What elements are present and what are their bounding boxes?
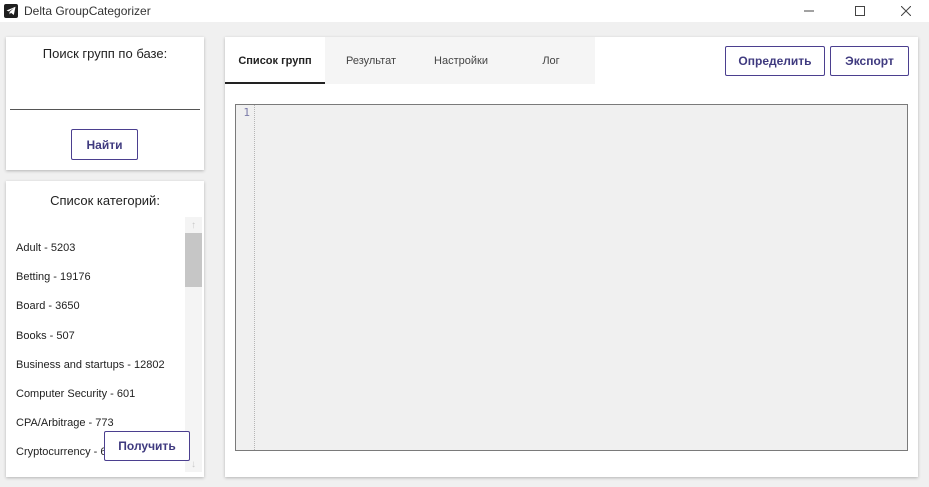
list-item[interactable]: Betting - 19176 xyxy=(16,263,186,292)
export-button[interactable]: Экспорт xyxy=(830,46,909,76)
close-button[interactable] xyxy=(883,0,929,22)
maximize-button[interactable] xyxy=(837,0,883,22)
search-heading: Поиск групп по базе: xyxy=(42,46,168,61)
list-item[interactable]: Books - 507 xyxy=(16,322,186,351)
tab-log[interactable]: Лог xyxy=(501,37,601,84)
get-button[interactable]: Получить xyxy=(104,431,190,461)
title-bar: Delta GroupCategorizer xyxy=(0,0,929,22)
search-input[interactable] xyxy=(10,87,200,110)
main-panel: Список групп Результат Настройки Лог Опр… xyxy=(225,37,918,477)
maximize-icon xyxy=(855,6,865,16)
minimize-button[interactable] xyxy=(786,0,832,22)
group-list-editor[interactable]: 1 xyxy=(235,104,908,451)
tab-settings[interactable]: Настройки xyxy=(411,37,511,84)
scroll-thumb[interactable] xyxy=(185,233,202,287)
detect-button[interactable]: Определить xyxy=(725,46,825,76)
list-item[interactable]: Business and startups - 12802 xyxy=(16,351,186,380)
scroll-up-arrow-icon[interactable]: ↑ xyxy=(185,217,202,233)
categories-panel: Список категорий: Adult - 5203 Betting -… xyxy=(6,181,204,477)
tab-result[interactable]: Результат xyxy=(321,37,421,84)
tab-bar: Список групп Результат Настройки Лог xyxy=(225,37,595,84)
line-number: 1 xyxy=(243,106,250,119)
line-number-gutter: 1 xyxy=(236,105,255,450)
list-item[interactable]: Computer Security - 601 xyxy=(16,380,186,409)
search-panel: Поиск групп по базе: Найти xyxy=(6,37,204,170)
telegram-app-icon xyxy=(4,4,18,18)
close-icon xyxy=(901,6,911,16)
window-title: Delta GroupCategorizer xyxy=(24,4,151,18)
find-button[interactable]: Найти xyxy=(71,129,138,160)
list-item[interactable]: Board - 3650 xyxy=(16,292,186,321)
categories-heading: Список категорий: xyxy=(50,193,160,208)
minimize-icon xyxy=(804,10,814,12)
tab-group-list[interactable]: Список групп xyxy=(225,37,325,84)
list-item[interactable]: Adult - 5203 xyxy=(16,234,186,263)
